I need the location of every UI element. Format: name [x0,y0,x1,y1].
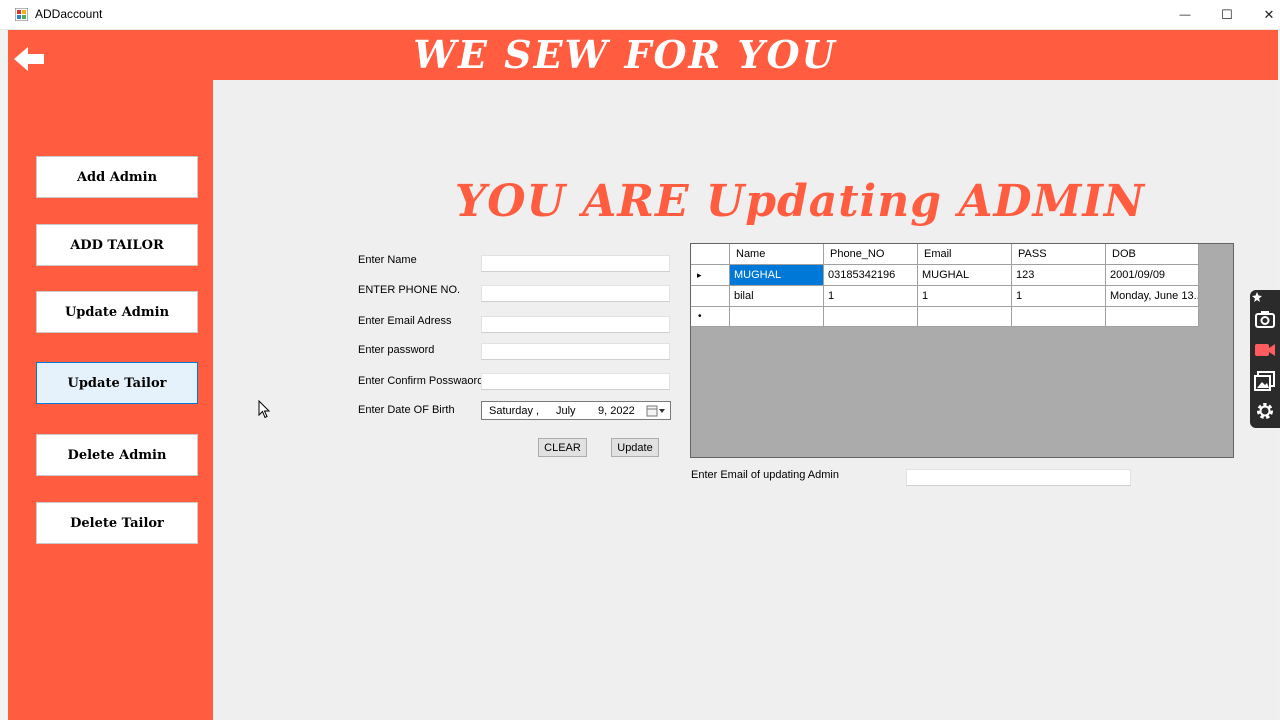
minimize-icon: — [1179,8,1191,21]
add-tailor-button[interactable]: ADD TAILOR [36,224,198,266]
row-header-current[interactable]: ▸ [691,265,730,286]
mouse-cursor-icon [258,400,271,419]
video-icon[interactable] [1254,339,1276,361]
dob-separator: , [536,405,540,417]
table-cell[interactable]: 1 [824,286,918,307]
app-icon [15,8,28,21]
column-header-name[interactable]: Name [730,244,824,265]
window-titlebar: ADDaccount — ☐ ✕ [0,0,1280,30]
dob-day: Saturday [489,405,534,417]
dob-date: 9, 2022 [598,405,635,417]
new-row-cell[interactable] [730,307,824,327]
email-field[interactable] [481,316,670,333]
search-email-label: Enter Email of updating Admin [691,469,839,481]
maximize-icon: ☐ [1221,6,1233,22]
table-cell[interactable]: 03185342196 [824,265,918,286]
table-cell[interactable]: Monday, June 13... [1106,286,1199,307]
column-header-email[interactable]: Email [918,244,1012,265]
confirm-password-field[interactable] [481,373,670,390]
dob-date-picker[interactable]: Saturday , July 9, 2022 [481,401,671,420]
delete-admin-button[interactable]: Delete Admin [36,434,198,476]
page-heading: YOU ARE Updating ADMIN [454,176,1146,227]
camera-icon[interactable] [1254,308,1276,330]
table-cell[interactable]: 1 [918,286,1012,307]
close-button[interactable]: ✕ [1246,0,1280,29]
capture-toolbar [1250,290,1280,428]
new-row-cell[interactable] [1012,307,1106,327]
phone-label: ENTER PHONE NO. [358,284,461,296]
gallery-icon[interactable] [1254,370,1276,392]
close-icon: ✕ [1263,6,1275,22]
grid-corner-header [691,244,730,265]
column-header-pass[interactable]: PASS [1012,244,1106,265]
minimize-button[interactable]: — [1162,0,1208,29]
window-left-edge [0,30,8,720]
column-header-dob[interactable]: DOB [1106,244,1199,265]
calendar-dropdown-icon[interactable] [646,405,666,417]
dob-month: July [556,405,576,417]
add-admin-button[interactable]: Add Admin [36,156,198,198]
table-cell[interactable]: 1 [1012,286,1106,307]
email-label: Enter Email Adress [358,315,452,327]
new-row-cell[interactable] [918,307,1012,327]
column-header-phone[interactable]: Phone_NO [824,244,918,265]
app-name-banner: WE SEW FOR YOU [413,32,837,77]
table-cell[interactable]: 2001/09/09 [1106,265,1199,286]
new-row-cell[interactable] [824,307,918,327]
delete-tailor-button[interactable]: Delete Tailor [36,502,198,544]
update-button[interactable]: Update [611,438,659,457]
row-header-new[interactable]: • [691,307,730,327]
row-header[interactable] [691,286,730,307]
table-cell[interactable]: MUGHAL [730,265,824,286]
name-label: Enter Name [358,254,417,266]
arrow-left-icon[interactable] [12,44,46,74]
new-row-cell[interactable] [1106,307,1199,327]
password-label: Enter password [358,344,435,356]
update-tailor-button[interactable]: Update Tailor [36,362,198,404]
clear-button[interactable]: CLEAR [538,438,587,457]
table-cell[interactable]: bilal [730,286,824,307]
phone-field[interactable] [481,285,670,302]
maximize-button[interactable]: ☐ [1204,0,1250,29]
name-field[interactable] [481,255,670,272]
table-cell[interactable]: MUGHAL [918,265,1012,286]
admin-data-grid[interactable]: Name Phone_NO Email PASS DOB ▸ MUGHAL 03… [690,243,1234,458]
search-email-field[interactable] [906,469,1131,486]
table-cell[interactable]: 123 [1012,265,1106,286]
gear-icon[interactable] [1254,400,1276,422]
password-field[interactable] [481,343,670,360]
update-admin-button[interactable]: Update Admin [36,291,198,333]
window-title: ADDaccount [35,7,103,21]
dob-label: Enter Date OF Birth [358,404,455,416]
pin-icon[interactable] [1252,292,1262,302]
confirm-password-label: Enter Confirm Posswaord [358,375,484,387]
